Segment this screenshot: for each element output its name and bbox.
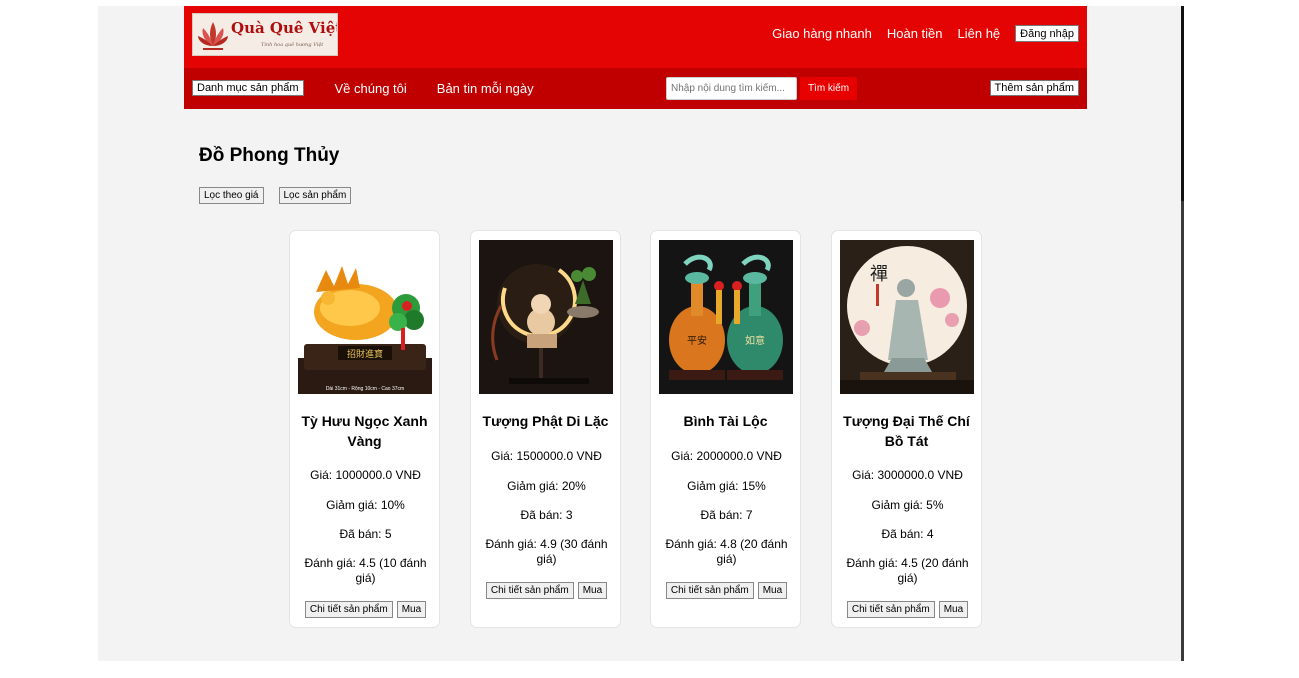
product-image-ty-huu[interactable]: 招財進寶 Dài 31cm - Rộng 10cm - Cao 37cm — [298, 240, 432, 394]
buy-button[interactable]: Mua — [757, 582, 788, 599]
top-links: Giao hàng nhanh Hoàn tiền Liên hệ Đăng n… — [757, 25, 1079, 42]
filter-bar: Lọc theo giá Lọc sản phẩm — [199, 187, 366, 204]
product-price: Giá: 2000000.0 VNĐ — [671, 449, 782, 463]
product-actions: Chi tiết sản phẩm Mua — [651, 582, 802, 599]
top-bar: Quà Quê Việt Tinh hoa quê hương Việt Gia… — [184, 6, 1087, 68]
product-card: 招財進寶 Dài 31cm - Rộng 10cm - Cao 37cm Tỳ … — [289, 230, 440, 628]
link-fast-delivery[interactable]: Giao hàng nhanh — [772, 26, 872, 41]
product-rating: Đánh giá: 4.5 (10 đánh giá) — [304, 556, 427, 585]
product-detail-button[interactable]: Chi tiết sản phẩm — [665, 582, 754, 599]
product-detail-button[interactable]: Chi tiết sản phẩm — [846, 601, 935, 618]
product-sold: Đã bán: 4 — [881, 527, 934, 541]
product-sold: Đã bán: 7 — [700, 508, 753, 522]
svg-text:禪: 禪 — [870, 264, 888, 285]
filter-by-price-button[interactable]: Lọc theo giá — [199, 187, 264, 204]
page-title: Đồ Phong Thủy — [199, 145, 340, 166]
product-name: Tỳ Hưu Ngọc Xanh Vàng — [301, 413, 428, 449]
product-card: 禪 Tượng Đại Thế Chí Bồ Tát Giá: 3000000.… — [831, 230, 982, 628]
product-discount: Giảm giá: 10% — [326, 498, 405, 512]
product-sold: Đã bán: 5 — [339, 527, 392, 541]
product-image-dai-the-chi[interactable]: 禪 — [840, 240, 974, 394]
product-actions: Chi tiết sản phẩm Mua — [832, 601, 983, 618]
product-card: 平安 如意 Bình Tài Lộc Giá: 2000000.0 VNĐ Gi… — [650, 230, 801, 628]
buy-button[interactable]: Mua — [577, 582, 608, 599]
nav-left: Danh mục sản phẩm Về chúng tôi Bản tin m… — [192, 80, 534, 96]
product-image-binh-tai-loc[interactable]: 平安 如意 — [659, 240, 793, 394]
product-discount: Giảm giá: 5% — [871, 498, 944, 512]
product-sold: Đã bán: 3 — [520, 508, 573, 522]
product-detail-button[interactable]: Chi tiết sản phẩm — [304, 601, 393, 618]
nav-link-daily-news[interactable]: Bản tin mỗi ngày — [437, 81, 534, 96]
product-price: Giá: 1000000.0 VNĐ — [310, 468, 421, 482]
site-logo[interactable]: Quà Quê Việt Tinh hoa quê hương Việt — [192, 13, 338, 56]
product-card: Tượng Phật Di Lặc Giá: 1500000.0 VNĐ Giả… — [470, 230, 621, 628]
login-button[interactable]: Đăng nhập — [1015, 25, 1079, 42]
product-image-caption: Dài 31cm - Rộng 10cm - Cao 37cm — [326, 386, 404, 392]
product-rating: Đánh giá: 4.8 (20 đánh giá) — [665, 537, 788, 566]
product-price: Giá: 1500000.0 VNĐ — [491, 449, 602, 463]
add-product-button[interactable]: Thêm sản phẩm — [989, 80, 1079, 96]
svg-text:招財進寶: 招財進寶 — [347, 348, 383, 360]
link-refund[interactable]: Hoàn tiền — [887, 26, 943, 41]
filter-products-button[interactable]: Lọc sản phẩm — [278, 187, 352, 204]
product-image-phat-di-lac[interactable] — [479, 240, 613, 394]
logo-tagline: Tinh hoa quê hương Việt — [261, 42, 324, 48]
product-price: Giá: 3000000.0 VNĐ — [852, 468, 963, 482]
product-discount: Giảm giá: 20% — [507, 479, 586, 493]
product-rating: Đánh giá: 4.9 (30 đánh giá) — [485, 537, 608, 566]
svg-text:如意: 如意 — [745, 334, 765, 347]
product-actions: Chi tiết sản phẩm Mua — [471, 582, 622, 599]
logo-brand-text: Quà Quê Việt — [231, 19, 338, 37]
product-rating: Đánh giá: 4.5 (20 đánh giá) — [846, 556, 969, 585]
site-header: Quà Quê Việt Tinh hoa quê hương Việt Gia… — [184, 6, 1087, 109]
product-name: Tượng Phật Di Lặc — [482, 413, 609, 429]
nav-link-about[interactable]: Về chúng tôi — [335, 81, 407, 96]
buy-button[interactable]: Mua — [938, 601, 969, 618]
search-input[interactable] — [666, 77, 797, 100]
product-name: Tượng Đại Thế Chí Bồ Tát — [843, 413, 970, 449]
lotus-icon — [198, 22, 228, 50]
category-menu-button[interactable]: Danh mục sản phẩm — [192, 80, 304, 96]
product-name: Bình Tài Lộc — [683, 413, 768, 429]
buy-button[interactable]: Mua — [396, 601, 427, 618]
search-button[interactable]: Tìm kiếm — [800, 77, 857, 100]
product-actions: Chi tiết sản phẩm Mua — [290, 601, 441, 618]
scrollbar[interactable] — [1181, 6, 1184, 201]
product-detail-button[interactable]: Chi tiết sản phẩm — [485, 582, 574, 599]
link-contact[interactable]: Liên hệ — [958, 26, 1001, 41]
main-nav: Danh mục sản phẩm Về chúng tôi Bản tin m… — [184, 68, 1087, 109]
svg-text:平安: 平安 — [687, 334, 707, 347]
product-discount: Giảm giá: 15% — [687, 479, 766, 493]
